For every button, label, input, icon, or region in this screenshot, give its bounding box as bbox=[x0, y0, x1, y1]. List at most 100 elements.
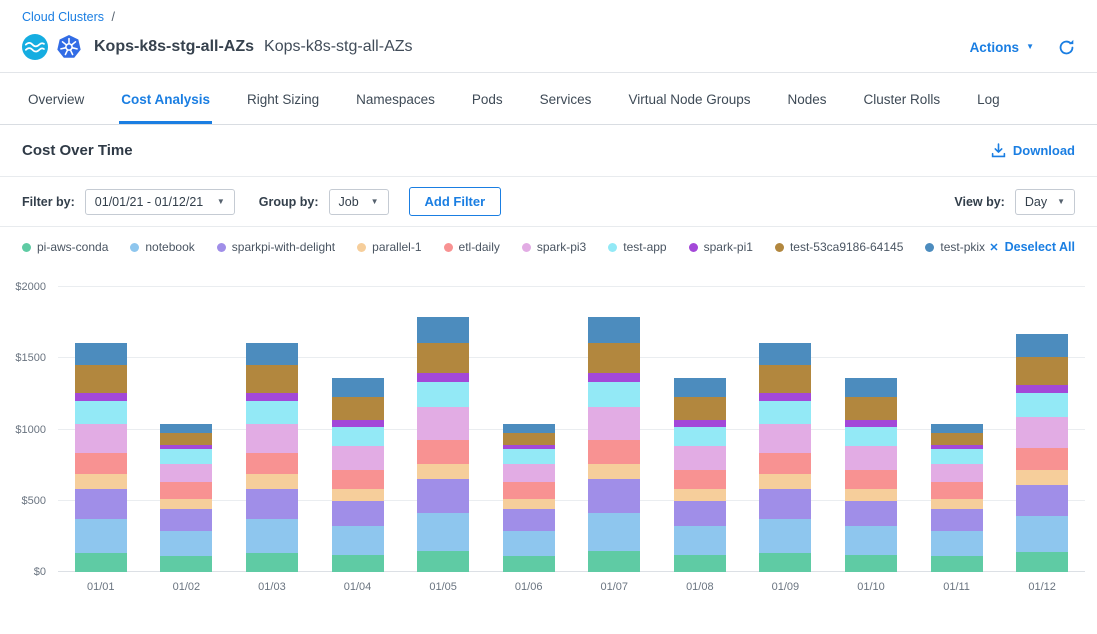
bar-segment-sparkpi-with-delight[interactable] bbox=[246, 489, 298, 519]
legend-item-test-app[interactable]: test-app bbox=[608, 240, 666, 254]
bar-segment-parallel-1[interactable] bbox=[674, 489, 726, 501]
bar-segment-notebook[interactable] bbox=[246, 519, 298, 553]
stacked-bar-01-06[interactable] bbox=[503, 287, 555, 572]
bar-segment-test-53ca9186-64145[interactable] bbox=[332, 397, 384, 420]
bar-segment-test-pkix[interactable] bbox=[332, 378, 384, 397]
bar-segment-spark-pi1[interactable] bbox=[588, 373, 640, 382]
bar-segment-test-53ca9186-64145[interactable] bbox=[246, 365, 298, 393]
tab-virtual-node-groups[interactable]: Virtual Node Groups bbox=[626, 73, 752, 124]
deselect-all-button[interactable]: ✕ Deselect All bbox=[989, 240, 1075, 254]
stacked-bar-01-01[interactable] bbox=[75, 287, 127, 572]
bar-segment-notebook[interactable] bbox=[759, 519, 811, 553]
bar-segment-spark-pi3[interactable] bbox=[845, 446, 897, 470]
legend-item-pi-aws-conda[interactable]: pi-aws-conda bbox=[22, 240, 108, 254]
tab-nodes[interactable]: Nodes bbox=[786, 73, 829, 124]
bar-segment-test-pkix[interactable] bbox=[75, 343, 127, 366]
bar-segment-test-app[interactable] bbox=[246, 401, 298, 424]
bar-segment-test-53ca9186-64145[interactable] bbox=[75, 365, 127, 393]
download-button[interactable]: Download bbox=[991, 143, 1075, 158]
bar-segment-test-53ca9186-64145[interactable] bbox=[759, 365, 811, 393]
bar-segment-spark-pi1[interactable] bbox=[246, 393, 298, 401]
bar-segment-pi-aws-conda[interactable] bbox=[1016, 552, 1068, 572]
bar-segment-test-pkix[interactable] bbox=[503, 424, 555, 433]
bar-segment-parallel-1[interactable] bbox=[246, 474, 298, 488]
bar-segment-sparkpi-with-delight[interactable] bbox=[674, 501, 726, 527]
bar-segment-notebook[interactable] bbox=[674, 526, 726, 555]
bar-segment-etl-daily[interactable] bbox=[759, 453, 811, 474]
bar-segment-sparkpi-with-delight[interactable] bbox=[1016, 485, 1068, 516]
bar-segment-pi-aws-conda[interactable] bbox=[246, 553, 298, 572]
bar-segment-spark-pi3[interactable] bbox=[931, 464, 983, 482]
bar-segment-pi-aws-conda[interactable] bbox=[674, 555, 726, 572]
bar-segment-test-app[interactable] bbox=[1016, 393, 1068, 417]
bar-segment-spark-pi3[interactable] bbox=[503, 464, 555, 482]
tab-right-sizing[interactable]: Right Sizing bbox=[245, 73, 321, 124]
bar-segment-etl-daily[interactable] bbox=[332, 470, 384, 489]
legend-item-parallel-1[interactable]: parallel-1 bbox=[357, 240, 421, 254]
bar-segment-etl-daily[interactable] bbox=[417, 440, 469, 464]
bar-segment-notebook[interactable] bbox=[160, 531, 212, 556]
group-by-select[interactable]: Job ▼ bbox=[329, 189, 389, 215]
bar-segment-parallel-1[interactable] bbox=[1016, 470, 1068, 485]
bar-segment-parallel-1[interactable] bbox=[160, 499, 212, 510]
bar-segment-parallel-1[interactable] bbox=[588, 464, 640, 480]
bar-segment-test-53ca9186-64145[interactable] bbox=[417, 343, 469, 374]
bar-segment-pi-aws-conda[interactable] bbox=[160, 556, 212, 572]
bar-segment-test-53ca9186-64145[interactable] bbox=[931, 433, 983, 444]
tab-cost-analysis[interactable]: Cost Analysis bbox=[119, 73, 212, 124]
bar-segment-parallel-1[interactable] bbox=[75, 474, 127, 488]
stacked-bar-01-12[interactable] bbox=[1016, 287, 1068, 572]
bar-segment-test-app[interactable] bbox=[931, 449, 983, 464]
bar-segment-sparkpi-with-delight[interactable] bbox=[75, 489, 127, 519]
legend-item-notebook[interactable]: notebook bbox=[130, 240, 194, 254]
bar-segment-test-app[interactable] bbox=[845, 427, 897, 446]
bar-segment-pi-aws-conda[interactable] bbox=[845, 555, 897, 572]
bar-segment-etl-daily[interactable] bbox=[503, 482, 555, 498]
bar-segment-parallel-1[interactable] bbox=[759, 474, 811, 488]
refresh-icon[interactable] bbox=[1058, 39, 1075, 56]
bar-segment-test-app[interactable] bbox=[674, 427, 726, 446]
view-by-select[interactable]: Day ▼ bbox=[1015, 189, 1075, 215]
legend-item-etl-daily[interactable]: etl-daily bbox=[444, 240, 500, 254]
stacked-bar-01-10[interactable] bbox=[845, 287, 897, 572]
bar-segment-pi-aws-conda[interactable] bbox=[759, 553, 811, 572]
bar-segment-spark-pi1[interactable] bbox=[75, 393, 127, 401]
bar-segment-etl-daily[interactable] bbox=[588, 440, 640, 464]
bar-segment-spark-pi3[interactable] bbox=[417, 407, 469, 440]
stacked-bar-01-11[interactable] bbox=[931, 287, 983, 572]
bar-segment-etl-daily[interactable] bbox=[674, 470, 726, 489]
bar-segment-test-pkix[interactable] bbox=[160, 424, 212, 433]
stacked-bar-01-08[interactable] bbox=[674, 287, 726, 572]
bar-segment-notebook[interactable] bbox=[75, 519, 127, 553]
bar-segment-test-app[interactable] bbox=[759, 401, 811, 424]
stacked-bar-01-07[interactable] bbox=[588, 287, 640, 572]
bar-segment-parallel-1[interactable] bbox=[931, 499, 983, 510]
bar-segment-pi-aws-conda[interactable] bbox=[588, 551, 640, 572]
bar-segment-test-53ca9186-64145[interactable] bbox=[845, 397, 897, 420]
bar-segment-sparkpi-with-delight[interactable] bbox=[332, 501, 384, 527]
bar-segment-parallel-1[interactable] bbox=[845, 489, 897, 501]
bar-segment-spark-pi3[interactable] bbox=[75, 424, 127, 453]
bar-segment-test-53ca9186-64145[interactable] bbox=[674, 397, 726, 420]
bar-segment-etl-daily[interactable] bbox=[75, 453, 127, 474]
bar-segment-etl-daily[interactable] bbox=[246, 453, 298, 474]
bar-segment-spark-pi3[interactable] bbox=[674, 446, 726, 470]
bar-segment-test-53ca9186-64145[interactable] bbox=[588, 343, 640, 374]
bar-segment-etl-daily[interactable] bbox=[931, 482, 983, 498]
bar-segment-test-pkix[interactable] bbox=[417, 317, 469, 343]
legend-item-test-53ca9186-64145[interactable]: test-53ca9186-64145 bbox=[775, 240, 903, 254]
bar-segment-test-app[interactable] bbox=[160, 449, 212, 464]
bar-segment-pi-aws-conda[interactable] bbox=[417, 551, 469, 572]
actions-button[interactable]: Actions ▼ bbox=[970, 40, 1034, 55]
bar-segment-test-app[interactable] bbox=[417, 382, 469, 408]
bar-segment-test-app[interactable] bbox=[588, 382, 640, 408]
bar-segment-spark-pi3[interactable] bbox=[160, 464, 212, 482]
bar-segment-spark-pi1[interactable] bbox=[417, 373, 469, 382]
bar-segment-parallel-1[interactable] bbox=[332, 489, 384, 501]
bar-segment-test-pkix[interactable] bbox=[845, 378, 897, 397]
bar-segment-pi-aws-conda[interactable] bbox=[503, 556, 555, 572]
tab-pods[interactable]: Pods bbox=[470, 73, 505, 124]
bar-segment-sparkpi-with-delight[interactable] bbox=[417, 479, 469, 512]
bar-segment-pi-aws-conda[interactable] bbox=[931, 556, 983, 572]
bar-segment-sparkpi-with-delight[interactable] bbox=[845, 501, 897, 527]
